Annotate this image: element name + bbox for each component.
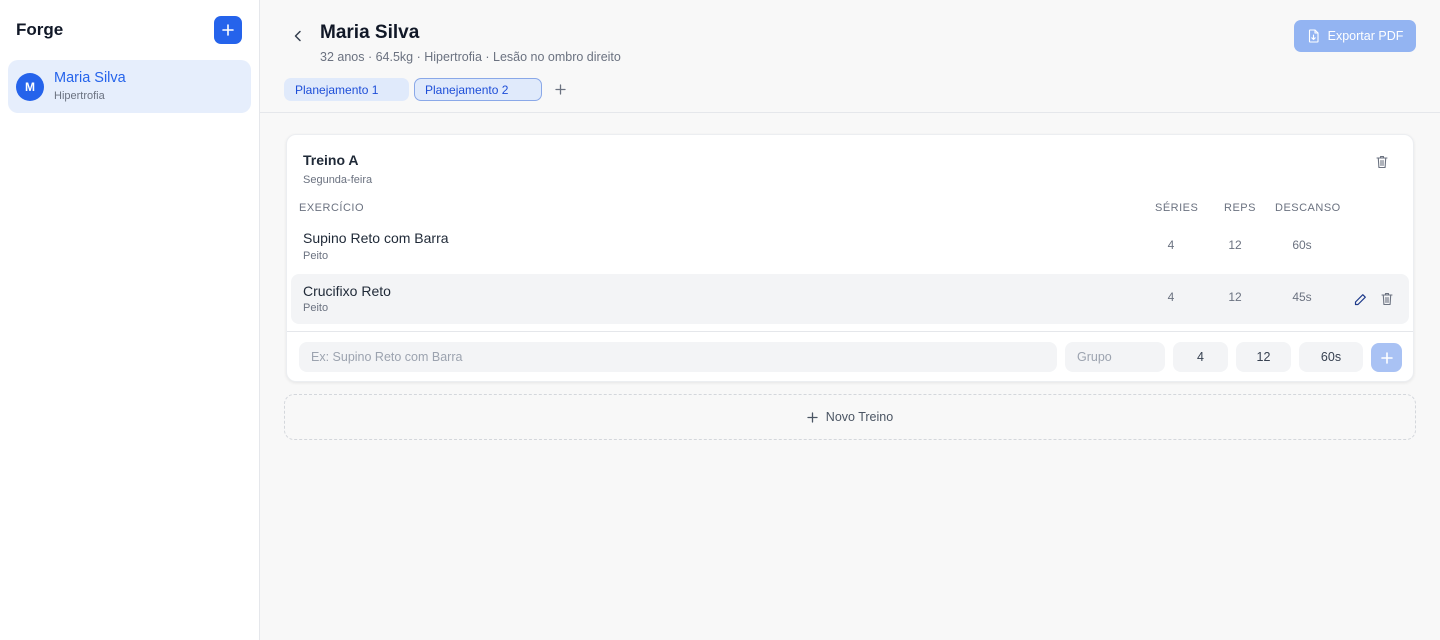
exercise-name-input[interactable] xyxy=(299,342,1057,372)
exercise-group-input[interactable] xyxy=(1065,342,1165,372)
exercise-reps: 12 xyxy=(1228,238,1242,252)
exercise-rest: 45s xyxy=(1292,290,1312,304)
plus-icon xyxy=(222,24,234,36)
exercise-rest: 60s xyxy=(1292,238,1312,252)
exercise-group: Peito xyxy=(303,302,329,314)
main-content: Maria Silva 32 anos · 64.5kg · Hipertrof… xyxy=(260,0,1440,640)
student-name: Maria Silva xyxy=(54,70,126,86)
workout-day: Segunda-feira xyxy=(303,174,373,186)
trash-icon xyxy=(1376,156,1388,169)
exercise-row[interactable]: Supino Reto com Barra Peito 4 12 60s xyxy=(291,222,1409,272)
column-header-exercise: EXERCÍCIO xyxy=(299,202,365,214)
chevron-left-icon xyxy=(294,30,301,42)
exercise-name: Supino Reto com Barra xyxy=(303,230,449,246)
student-header: Maria Silva 32 anos · 64.5kg · Hipertrof… xyxy=(260,0,1440,113)
add-student-button[interactable] xyxy=(214,16,242,44)
tab-plan-1[interactable]: Planejamento 1 xyxy=(284,78,409,101)
tab-label: Planejamento 2 xyxy=(425,82,509,97)
column-header-reps: REPS xyxy=(1224,202,1256,214)
delete-exercise-button[interactable] xyxy=(1377,289,1397,309)
plus-icon xyxy=(807,411,818,423)
add-exercise-button[interactable] xyxy=(1371,343,1402,372)
divider xyxy=(287,331,1413,332)
export-pdf-button[interactable]: Exportar PDF xyxy=(1294,20,1416,52)
page-title: Maria Silva xyxy=(320,22,420,43)
reps-input[interactable] xyxy=(1236,342,1291,372)
pencil-icon xyxy=(1354,293,1366,305)
exercise-series: 4 xyxy=(1167,238,1175,252)
tab-plan-2[interactable]: Planejamento 2 xyxy=(414,78,542,101)
avatar: M xyxy=(16,72,44,101)
exercise-group: Peito xyxy=(303,250,329,262)
delete-workout-button[interactable] xyxy=(1376,155,1388,174)
exercise-reps: 12 xyxy=(1228,290,1242,304)
add-plan-button[interactable] xyxy=(549,79,571,101)
sidebar-header: Forge xyxy=(0,0,259,60)
plus-icon xyxy=(554,84,566,95)
trash-icon xyxy=(1381,293,1393,306)
app-title: Forge xyxy=(16,20,64,39)
series-input[interactable] xyxy=(1173,342,1228,372)
edit-exercise-button[interactable] xyxy=(1350,289,1370,309)
plus-icon xyxy=(1380,351,1393,364)
plan-tabs: Planejamento 1 Planejamento 2 xyxy=(284,78,571,101)
new-workout-button[interactable]: Novo Treino xyxy=(284,394,1416,440)
workout-card: Treino A Segunda-feira EXERCÍCIO SÉRIES … xyxy=(286,134,1414,382)
exercise-name: Crucifixo Reto xyxy=(303,283,391,299)
new-workout-label: Novo Treino xyxy=(825,410,894,424)
workout-title: Treino A xyxy=(303,152,359,168)
export-pdf-label: Exportar PDF xyxy=(1327,29,1404,43)
student-goal: Hipertrofia xyxy=(54,90,105,102)
back-button[interactable] xyxy=(288,26,308,46)
exercise-row[interactable]: Crucifixo Reto Peito 4 12 45s xyxy=(291,274,1409,324)
rest-input[interactable] xyxy=(1299,342,1363,372)
exercise-series: 4 xyxy=(1167,290,1175,304)
file-download-icon xyxy=(1308,29,1319,43)
column-header-series: SÉRIES xyxy=(1155,202,1199,214)
column-header-rest: DESCANSO xyxy=(1275,202,1341,214)
student-details: 32 anos · 64.5kg · Hipertrofia · Lesão n… xyxy=(320,50,621,64)
sidebar-item-student[interactable]: M Maria Silva Hipertrofia xyxy=(8,60,251,113)
tab-label: Planejamento 1 xyxy=(295,82,379,97)
sidebar: Forge M Maria Silva Hipertrofia xyxy=(0,0,260,640)
